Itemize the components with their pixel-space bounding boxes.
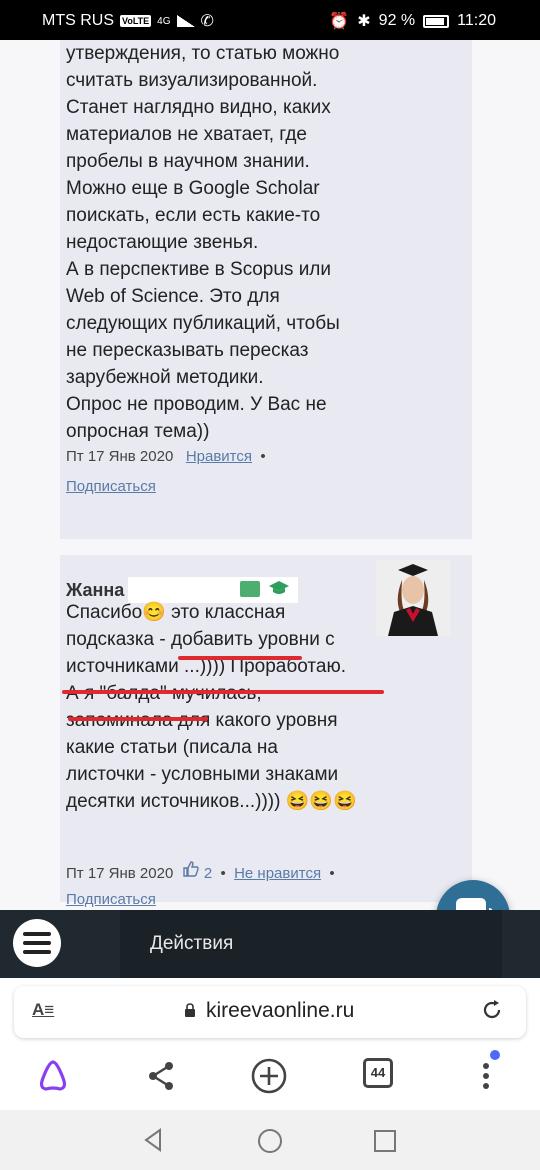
menu-icon: [23, 941, 51, 945]
comment-date: Пт 17 Янв 2020: [66, 448, 174, 465]
like-count[interactable]: 2: [204, 865, 212, 882]
network-type: 4G: [157, 15, 171, 27]
battery-percent: 92 %: [378, 12, 416, 29]
status-bar: MTS RUS VoLTE 4G ✆ ⏰ ✱ 92 % 11:20: [0, 0, 540, 40]
reader-mode-icon[interactable]: A≡: [32, 1000, 54, 1020]
tabs-icon[interactable]: 44: [363, 1058, 393, 1088]
graduation-cap-icon: [268, 579, 290, 597]
clock: 11:20: [457, 12, 496, 29]
red-underline: [62, 690, 384, 694]
comment-author[interactable]: Жанна: [66, 580, 124, 601]
bluetooth-icon: ✱: [357, 13, 371, 30]
laugh-emoji: 😆😆😆: [285, 791, 357, 812]
url-bar[interactable]: A≡ kireevaonline.ru: [14, 986, 526, 1038]
carrier-name: MTS RUS: [42, 12, 114, 29]
notification-dot: [490, 1050, 500, 1060]
system-nav-bar: [0, 1110, 540, 1170]
comment-text: Спасибо😊 это классная подсказка - добави…: [66, 599, 462, 815]
menu-button[interactable]: [13, 919, 61, 967]
recents-icon[interactable]: [373, 1129, 397, 1153]
actions-label[interactable]: Действия: [150, 933, 233, 955]
subscribe-link[interactable]: Подписаться: [66, 891, 156, 908]
dislike-link[interactable]: Не нравится: [234, 865, 321, 882]
volte-badge: VoLTE: [120, 15, 152, 27]
subscribe-link[interactable]: Подписаться: [66, 478, 156, 495]
alice-icon[interactable]: [33, 1056, 73, 1096]
like-link[interactable]: Нравится: [186, 448, 252, 465]
red-underline: [178, 656, 302, 660]
actions-bar: Действия: [0, 910, 540, 978]
home-icon[interactable]: [257, 1128, 283, 1154]
signal-icon: [176, 15, 195, 27]
share-icon[interactable]: [141, 1056, 181, 1096]
comment-meta: Пт 17 Янв 2020 Нравится •: [66, 448, 266, 465]
comment-text: утверждения, то статью можно считать виз…: [66, 43, 340, 442]
whatsapp-icon: ✆: [200, 13, 214, 30]
red-underline: [68, 717, 208, 721]
browser-toolbar: 44: [0, 1044, 540, 1110]
comment-card: Жанна Спасибо😊 это классная подсказка - …: [60, 555, 472, 908]
menu-icon: [23, 932, 51, 936]
new-tab-icon[interactable]: [249, 1056, 289, 1096]
lock-icon: [185, 1003, 195, 1017]
menu-icon: [23, 950, 51, 954]
badge-icon: [240, 581, 260, 597]
thumbs-up-icon[interactable]: [182, 860, 200, 878]
smile-emoji: 😊: [142, 602, 166, 623]
battery-icon: [423, 14, 450, 28]
comment-meta: Пт 17 Янв 2020 2 • Не нравится •: [66, 860, 335, 882]
comment-text-body: это классная подсказка - добавить уровни…: [66, 602, 346, 812]
comment-card: утверждения, то статью можно считать виз…: [60, 40, 472, 539]
comment-date: Пт 17 Янв 2020: [66, 865, 174, 882]
comment-text-prefix: Спасибо: [66, 602, 143, 623]
comments-feed[interactable]: утверждения, то статью можно считать виз…: [0, 40, 540, 910]
back-icon[interactable]: [142, 1128, 166, 1152]
more-icon[interactable]: [466, 1056, 506, 1096]
reload-icon[interactable]: [480, 998, 504, 1022]
alarm-icon: ⏰: [329, 13, 350, 30]
url-text[interactable]: kireevaonline.ru: [206, 999, 354, 1023]
